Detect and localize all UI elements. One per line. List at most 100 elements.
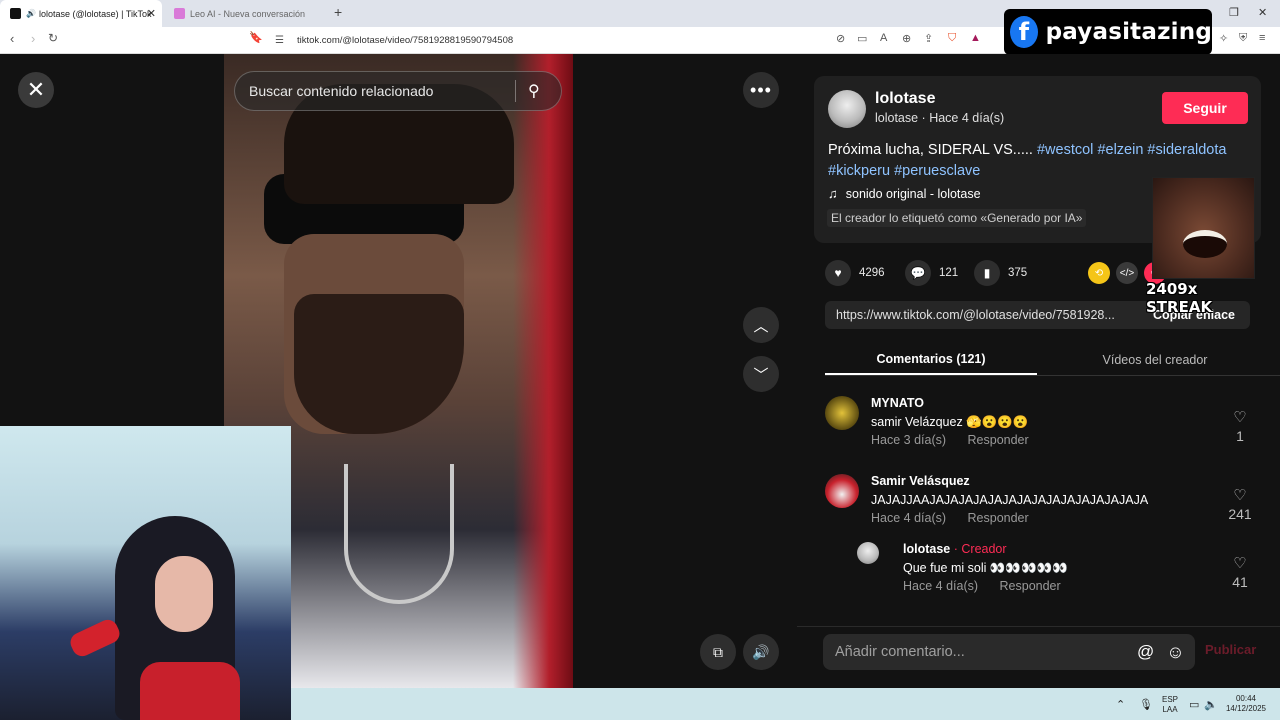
- brave-shield-icon[interactable]: ⛉: [948, 32, 956, 45]
- author-name[interactable]: lolotase: [875, 90, 935, 108]
- author-avatar[interactable]: [828, 90, 866, 128]
- details-panel: lolotase lolotase · Hace 4 día(s) Seguir…: [797, 54, 1280, 688]
- comment-input[interactable]: Añadir comentario... @ ☺: [823, 634, 1195, 670]
- music-note-icon: ♫: [828, 186, 838, 201]
- emoji-icon[interactable]: ☺: [1166, 642, 1184, 663]
- tab-comments[interactable]: Comentarios (121): [825, 344, 1037, 375]
- commenter-name[interactable]: MYNATO: [871, 396, 924, 410]
- brave-rewards-icon[interactable]: ▲: [970, 32, 981, 44]
- hashtag[interactable]: #elzein: [1097, 142, 1143, 158]
- language-indicator[interactable]: ESP LAA: [1159, 695, 1181, 715]
- heart-outline-icon[interactable]: ♡: [1226, 486, 1254, 504]
- comment-item: MYNATO samir Velázquez 🫣😮😮😮 Hace 3 día(s…: [825, 396, 1247, 456]
- save-stat[interactable]: ▮ 375: [974, 260, 1027, 286]
- commenter-name[interactable]: lolotase · Creador: [903, 542, 1007, 556]
- mini-player-icon[interactable]: ⧉: [700, 634, 736, 670]
- chevron-up-icon[interactable]: ⌃: [1116, 698, 1125, 711]
- comment-count: 121: [939, 267, 959, 279]
- related-search-input[interactable]: Buscar contenido relacionado: [249, 83, 515, 99]
- no-tracking-icon[interactable]: ⊘: [836, 32, 845, 45]
- commenter-avatar[interactable]: [857, 542, 879, 564]
- vpn-icon[interactable]: ⛨: [1239, 32, 1247, 45]
- share-link-url[interactable]: https://www.tiktok.com/@lolotase/video/7…: [836, 308, 1136, 322]
- next-video-button[interactable]: ﹀: [743, 356, 779, 392]
- more-options-button[interactable]: •••: [743, 72, 779, 108]
- windows-taskbar: ⌃ 🎙 ESP LAA ▭ 🔈 00:44 14/12/2025: [291, 688, 1280, 720]
- reply-button[interactable]: Responder: [968, 433, 1029, 447]
- creator-badge-text: Creador: [961, 542, 1007, 556]
- comment-placeholder: Añadir comentario...: [835, 644, 965, 660]
- video-background-light: [513, 54, 573, 688]
- microphone-tray-icon[interactable]: 🎙: [1139, 698, 1153, 711]
- reply-button[interactable]: Responder: [1000, 579, 1061, 593]
- comment-item: Samir Velásquez JAJAJJAAJAJAJAJAJAJAJAJA…: [825, 474, 1252, 534]
- embed-icon[interactable]: </>: [1116, 262, 1138, 284]
- post-comment-button[interactable]: Publicar: [1205, 642, 1256, 657]
- comment-meta: Hace 3 día(s) Responder: [871, 433, 1047, 447]
- translate-icon[interactable]: A: [880, 32, 887, 44]
- hashtag[interactable]: #kickperu: [828, 163, 890, 179]
- search-icon[interactable]: ⚲: [528, 81, 540, 101]
- zoom-icon[interactable]: ⊕: [902, 32, 911, 45]
- comment-text: Que fue mi soli 👀👀👀👀👀: [903, 561, 1068, 575]
- hashtag[interactable]: #peruesclave: [894, 163, 980, 179]
- comment-stat[interactable]: 💬 121: [905, 260, 958, 286]
- volume-icon[interactable]: 🔊: [743, 634, 779, 670]
- search-divider: [515, 80, 516, 102]
- heart-outline-icon[interactable]: ♡: [1226, 554, 1254, 572]
- back-icon[interactable]: ‹: [10, 31, 14, 46]
- commenter-name[interactable]: Samir Velásquez: [871, 474, 970, 488]
- comment-icon[interactable]: 💬: [905, 260, 931, 286]
- comment-like[interactable]: ♡ 241: [1226, 486, 1254, 522]
- reply-author[interactable]: lolotase: [903, 542, 950, 556]
- tab-creator-videos[interactable]: Vídeos del creador: [1049, 344, 1261, 375]
- like-stat[interactable]: ♥ 4296: [825, 260, 885, 286]
- cast-icon[interactable]: ▭: [857, 32, 867, 45]
- mention-icon[interactable]: @: [1137, 642, 1154, 662]
- clock[interactable]: 00:44 14/12/2025: [1221, 694, 1271, 714]
- comment-like-count: 41: [1232, 574, 1248, 590]
- comment-like-count: 1: [1236, 428, 1244, 444]
- tab-tiktok[interactable]: 🔊 lolotase (@lolotase) | TikTok ✕: [0, 0, 162, 27]
- maximize-icon[interactable]: ❐: [1229, 6, 1239, 19]
- hashtag[interactable]: #westcol: [1037, 142, 1093, 158]
- network-icon[interactable]: ▭: [1189, 698, 1199, 711]
- speaker-tray-icon[interactable]: 🔈: [1204, 698, 1218, 711]
- reload-icon[interactable]: ↻: [48, 31, 58, 45]
- related-search-bar[interactable]: Buscar contenido relacionado ⚲: [234, 71, 562, 111]
- sparkle-icon[interactable]: ✧: [1219, 32, 1228, 45]
- streamer-face: [155, 556, 213, 632]
- caption-text: Próxima lucha, SIDERAL VS.....: [828, 142, 1037, 158]
- repost-icon[interactable]: ⟲: [1088, 262, 1110, 284]
- commenter-avatar[interactable]: [825, 474, 859, 508]
- post-caption: Próxima lucha, SIDERAL VS..... #westcol …: [828, 140, 1240, 182]
- laughing-mouth: [1183, 230, 1227, 258]
- bookmark-icon[interactable]: 🔖: [249, 31, 263, 44]
- sound-link[interactable]: ♫ sonido original - lolotase: [828, 186, 981, 201]
- hashtag[interactable]: #sideraldota: [1147, 142, 1226, 158]
- previous-video-button[interactable]: ︿: [743, 307, 779, 343]
- tab-leo-ai[interactable]: Leo AI - Nueva conversación: [164, 0, 326, 27]
- comment-like[interactable]: ♡ 1: [1226, 408, 1254, 444]
- new-tab-button[interactable]: +: [334, 4, 342, 20]
- heart-icon[interactable]: ♥: [825, 260, 851, 286]
- close-video-button[interactable]: ✕: [18, 72, 54, 108]
- tiktok-favicon-icon: [10, 8, 21, 19]
- creator-badge: · Creador: [953, 542, 1007, 556]
- site-info-icon[interactable]: ☰: [275, 35, 289, 46]
- beard: [294, 294, 464, 434]
- close-tab-icon[interactable]: ✕: [147, 7, 156, 20]
- commenter-avatar[interactable]: [825, 396, 859, 430]
- window-close-icon[interactable]: ✕: [1258, 6, 1267, 19]
- comment-like-count: 241: [1228, 506, 1252, 522]
- forward-icon[interactable]: ›: [31, 31, 35, 46]
- facebook-overlay: f payasitazing: [1004, 9, 1212, 55]
- share-page-icon[interactable]: ⇪: [924, 32, 933, 45]
- heart-outline-icon[interactable]: ♡: [1226, 408, 1254, 426]
- menu-icon[interactable]: ≡: [1259, 32, 1265, 44]
- follow-button[interactable]: Seguir: [1162, 92, 1248, 124]
- comment-like[interactable]: ♡ 41: [1226, 554, 1254, 590]
- facebook-username: payasitazing: [1045, 19, 1212, 45]
- reply-button[interactable]: Responder: [968, 511, 1029, 525]
- bookmark-icon[interactable]: ▮: [974, 260, 1000, 286]
